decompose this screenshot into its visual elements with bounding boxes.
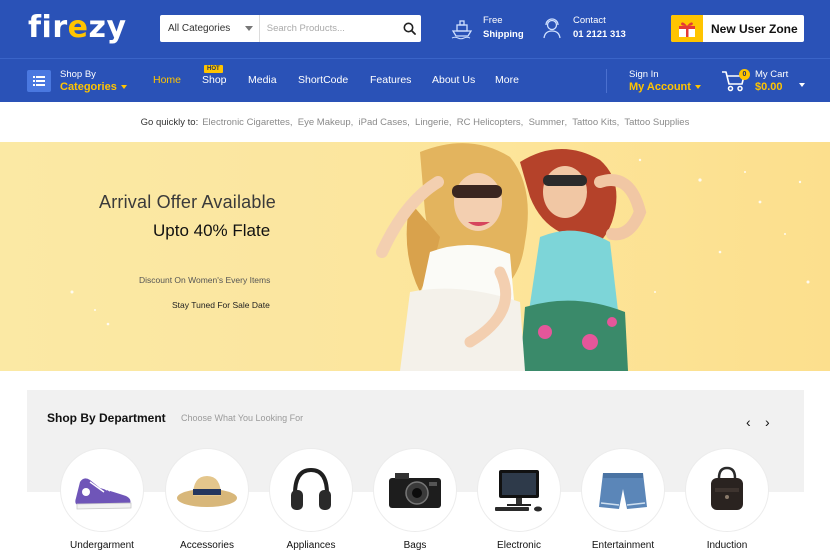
nav-home[interactable]: Home (153, 74, 181, 86)
main-navigation: Shop By Categories Home Shop Media Short… (0, 58, 830, 102)
department-image (269, 448, 353, 532)
bag-icon (711, 466, 743, 510)
quick-link[interactable]: Electronic Cigarettes (202, 117, 290, 128)
carousel-prev-button[interactable]: ‹ (746, 414, 751, 430)
department-image (60, 448, 144, 532)
computer-icon (495, 470, 542, 512)
search-bar: All Categories (160, 15, 421, 42)
my-cart-label: My Cart (755, 69, 789, 80)
list-menu-icon (33, 76, 45, 86)
ship-icon (451, 20, 473, 40)
shorts-icon (599, 473, 647, 509)
department-item[interactable]: Appliances (266, 448, 356, 551)
department-name: Bags (403, 540, 427, 551)
sneaker-icon (75, 478, 132, 510)
department-image (581, 448, 665, 532)
contact-info: Contact 01 2121 313 (540, 14, 626, 42)
department-item[interactable]: Accessories (162, 448, 252, 551)
categories-menu-button[interactable] (27, 70, 51, 92)
department-image (477, 448, 561, 532)
sign-in-label: Sign In (629, 69, 659, 80)
shop-by-categories-dropdown[interactable]: Shop By Categories (60, 68, 127, 94)
quick-link[interactable]: Tattoo Kits (565, 117, 616, 128)
search-button[interactable] (399, 15, 421, 42)
my-cart-dropdown[interactable]: My Cart $0.00 (755, 68, 788, 94)
nav-shop[interactable]: Shop (202, 74, 227, 86)
nav-shortcode[interactable]: ShortCode (298, 74, 348, 86)
department-image (373, 448, 457, 532)
gift-icon (671, 15, 703, 42)
department-image (685, 448, 769, 532)
department-item[interactable]: Entertainment (578, 448, 668, 551)
hero-models-illustration (70, 143, 810, 371)
chevron-down-icon (120, 85, 127, 90)
department-name: Undergarment (70, 540, 134, 551)
category-select-value: All Categories (168, 23, 231, 34)
department-item[interactable]: Electronic (474, 448, 564, 551)
brand-logo[interactable]: firezy (28, 10, 127, 45)
quick-link[interactable]: Tattoo Supplies (617, 117, 689, 128)
hat-icon (177, 476, 237, 507)
quick-link[interactable]: Summer (521, 117, 565, 128)
department-name: Accessories (180, 540, 234, 551)
new-user-zone-label: New User Zone (711, 21, 798, 36)
department-item[interactable]: Undergarment (57, 448, 147, 551)
department-name: Induction (706, 540, 748, 551)
my-account-label: My Account (629, 81, 691, 93)
section-title: Shop By Department (47, 411, 166, 425)
new-user-zone-button[interactable]: New User Zone (671, 15, 804, 42)
quick-links-label: Go quickly to: (140, 116, 199, 128)
department-name: Electronic (497, 540, 541, 551)
department-carousel: Undergarment Accessories Appliances Bags… (0, 448, 830, 560)
section-subtitle: Choose What You Looking For (181, 413, 304, 423)
nav-more[interactable]: More (495, 74, 519, 86)
hero-headline: Arrival Offer Available (99, 192, 277, 212)
logo-part-a: fir (28, 10, 68, 45)
nav-divider (606, 69, 607, 93)
chevron-down-icon (244, 26, 253, 31)
hot-badge: HOT (204, 65, 223, 73)
free-shipping-line2: Shipping (483, 29, 524, 40)
search-icon (403, 22, 417, 35)
contact-line1: Contact (573, 15, 606, 26)
department-name: Appliances (286, 540, 336, 551)
quick-link[interactable]: RC Helicopters (449, 117, 521, 128)
cart-total: $0.00 (755, 81, 783, 93)
nav-about-us[interactable]: About Us (432, 74, 475, 86)
hero-banner[interactable]: Arrival Offer Available Upto 40% Flate D… (0, 142, 830, 371)
top-header: firezy All Categories Free Shipping Conta… (0, 0, 830, 58)
cart-count-badge: 0 (739, 69, 750, 80)
account-dropdown[interactable]: Sign In My Account (629, 68, 701, 94)
headphones-icon (291, 467, 331, 510)
category-select[interactable]: All Categories (160, 15, 260, 42)
department-name: Entertainment (591, 540, 655, 551)
shop-by-label: Shop By (60, 69, 96, 80)
department-image (165, 448, 249, 532)
quick-link[interactable]: Eye Makeup (290, 117, 351, 128)
logo-part-c: zy (88, 10, 127, 45)
free-shipping-line1: Free (483, 15, 503, 26)
camera-icon (389, 473, 441, 508)
contact-phone: 01 2121 313 (573, 29, 626, 40)
hero-offer: Upto 40% Flate (153, 221, 271, 240)
quick-link[interactable]: Lingerie (407, 117, 449, 128)
department-item[interactable]: Bags (370, 448, 460, 551)
chevron-down-icon (799, 83, 805, 87)
hero-cta[interactable]: Stay Tuned For Sale Date (172, 300, 270, 310)
logo-flame-letter: e (67, 10, 89, 45)
search-input[interactable] (259, 15, 399, 42)
quick-link[interactable]: iPad Cases (351, 117, 408, 128)
nav-media[interactable]: Media (248, 74, 277, 86)
department-item[interactable]: Induction (682, 448, 772, 551)
categories-label: Categories (60, 81, 117, 93)
quick-links-bar: Go quickly to: Electronic Cigarettes Eye… (0, 102, 830, 142)
support-agent-icon (543, 18, 561, 39)
nav-features[interactable]: Features (370, 74, 411, 86)
chevron-down-icon (694, 85, 701, 90)
hero-caption: Discount On Women's Every Items (139, 275, 271, 285)
free-shipping-info: Free Shipping (450, 14, 524, 42)
carousel-next-button[interactable]: › (765, 414, 770, 430)
